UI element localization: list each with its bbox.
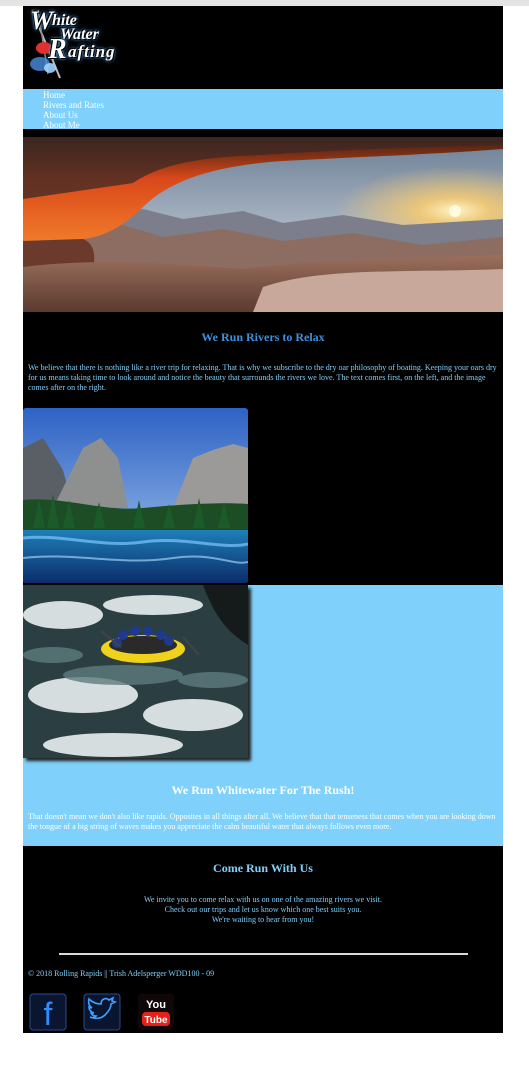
- section-paragraph-whitewater: That doesn't mean we don't also like rap…: [28, 812, 496, 831]
- image-rafting-rapids: [23, 585, 248, 758]
- section-paragraph-relax: We believe that there is nothing like a …: [28, 363, 497, 392]
- youtube-glyph-you: You: [146, 999, 166, 1011]
- invite-line-3: We're waiting to hear from you!: [211, 915, 315, 924]
- footer-copyright: © 2018 Rolling Rapids || Trish Adelsperg…: [28, 969, 215, 978]
- section-title-relax: We Run Rivers to Relax: [201, 330, 325, 344]
- page-container: W hite Water R afting Home Rivers and Ra…: [23, 6, 503, 1033]
- nav-link-rivers-and-rates[interactable]: Rivers and Rates: [43, 100, 104, 110]
- logo-initial-w: W: [30, 6, 54, 35]
- invite-line-1: We invite you to come relax with us on o…: [144, 895, 382, 904]
- image-yosemite-river: [23, 408, 248, 583]
- hero-image-mesa-arch: [23, 137, 503, 312]
- youtube-glyph-tube: Tube: [144, 1015, 168, 1026]
- header: W hite Water R afting: [23, 6, 503, 89]
- main-nav: Home Rivers and Rates About Us About Me: [23, 89, 503, 130]
- section-whitewater: We Run Whitewater For The Rush! That doe…: [23, 585, 503, 846]
- youtube-icon[interactable]: You Tube: [137, 993, 175, 1031]
- twitter-icon[interactable]: [83, 993, 121, 1031]
- nav-link-home[interactable]: Home: [43, 90, 65, 100]
- nav-link-about-me[interactable]: About Me: [43, 120, 80, 130]
- logo-initial-r: R: [48, 34, 67, 65]
- footer-divider: [59, 953, 468, 955]
- section-title-come-run: Come Run With Us: [213, 861, 313, 875]
- facebook-glyph: f: [44, 996, 53, 1031]
- site-logo[interactable]: W hite Water R afting: [26, 6, 126, 80]
- logo-word-afting: afting: [68, 42, 116, 61]
- facebook-icon[interactable]: f: [29, 993, 67, 1032]
- nav-link-about-us[interactable]: About Us: [43, 110, 78, 120]
- invite-line-2: Check out our trips and let us know whic…: [164, 905, 362, 914]
- section-title-whitewater: We Run Whitewater For The Rush!: [171, 783, 355, 797]
